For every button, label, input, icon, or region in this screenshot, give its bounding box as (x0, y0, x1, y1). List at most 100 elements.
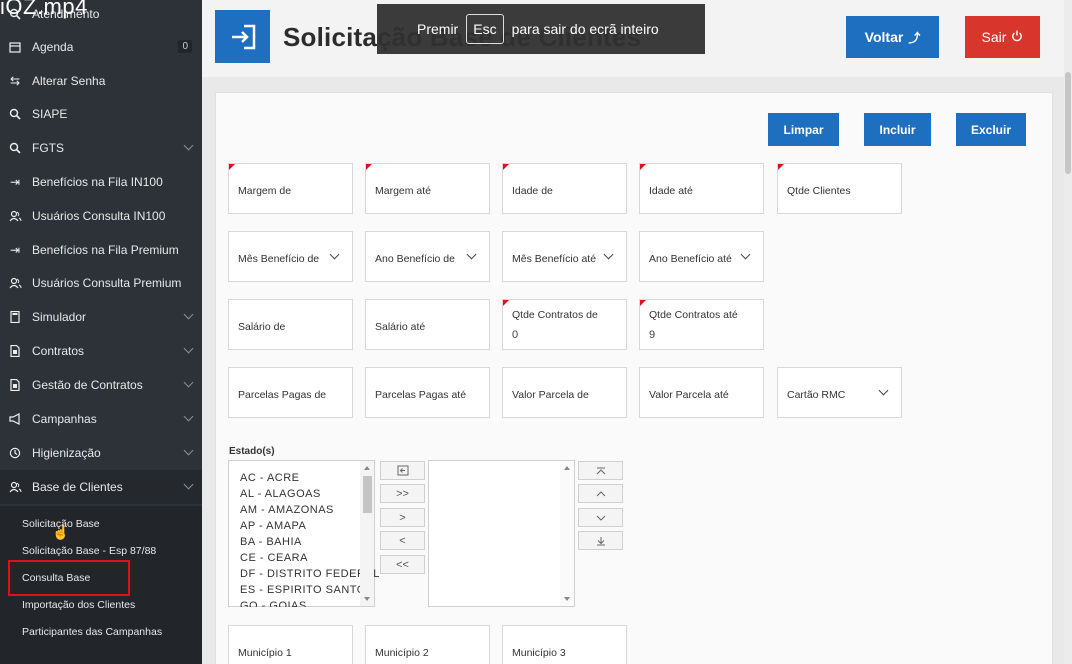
required-marker (503, 300, 509, 306)
submenu-item-solicitacao-base-esp[interactable]: Solicitação Base - Esp 87/88 (22, 541, 156, 561)
toast-suffix: para sair do ecrã inteiro (511, 21, 659, 37)
municipio-1-field[interactable]: Município 1 (228, 625, 353, 664)
sidebar-item-usuarios-consulta-in100[interactable]: Usuários Consulta IN100 (0, 199, 202, 233)
sidebar-item-label: Base de Clientes (32, 480, 123, 494)
move-right-button[interactable]: > (380, 508, 425, 527)
salario-de-field[interactable]: Salário de (228, 299, 353, 350)
list-item[interactable]: BA - BAHIA (240, 536, 302, 548)
list-scrollbar[interactable] (360, 461, 374, 606)
chevron-down-icon (183, 411, 194, 422)
field-label: Ano Benefício até (649, 253, 732, 265)
highlight-annotation-box (8, 560, 130, 596)
list-item[interactable]: AM - AMAZONAS (240, 504, 334, 516)
sidebar-item-beneficios-fila-in100[interactable]: ⇥ Benefícios na Fila IN100 (0, 165, 202, 199)
move-down-button[interactable] (578, 508, 623, 527)
field-value: 9 (649, 329, 656, 341)
required-marker (640, 300, 646, 306)
search-icon (8, 141, 22, 155)
sidebar-item-campanhas[interactable]: Campanhas (0, 402, 202, 436)
submenu-item-participantes-campanhas[interactable]: Participantes das Campanhas (22, 622, 162, 642)
mes-beneficio-ate-select[interactable]: Mês Benefício até (502, 231, 627, 282)
sidebar-item-label: Campanhas (32, 412, 97, 426)
field-label: Qtde Contratos até (649, 309, 738, 321)
list-item[interactable]: AC - ACRE (240, 472, 300, 484)
page-scrollbar[interactable] (1064, 0, 1072, 664)
list-item[interactable]: ES - ESPIRITO SANTO (240, 584, 366, 596)
estados-selected-list[interactable] (428, 460, 575, 607)
users-icon (8, 209, 22, 223)
sidebar-item-base-clientes[interactable]: Base de Clientes (0, 470, 202, 504)
scroll-up-arrow-icon[interactable] (364, 466, 370, 470)
list-item[interactable]: CE - CEARA (240, 552, 308, 564)
qtde-contratos-ate-field[interactable]: Qtde Contratos até 9 (639, 299, 764, 350)
sidebar-item-siape[interactable]: SIAPE (0, 97, 202, 131)
chevron-down-icon (596, 515, 605, 521)
municipio-3-field[interactable]: Município 3 (502, 625, 627, 664)
list-scrollbar[interactable] (560, 461, 574, 606)
chevron-down-icon (183, 445, 194, 456)
salario-ate-field[interactable]: Salário até (365, 299, 490, 350)
field-label: Mês Benefício até (512, 253, 597, 265)
sidebar-item-higienizacao[interactable]: Higienização (0, 436, 202, 470)
sidebar-item-alterar-senha[interactable]: ⇆ Alterar Senha (0, 64, 202, 98)
sair-button[interactable]: Sair (965, 16, 1040, 58)
scroll-down-arrow-icon[interactable] (364, 597, 370, 601)
submenu-item-importacao-clientes[interactable]: Importação dos Clientes (22, 595, 135, 615)
estados-available-list[interactable]: AC - ACRE AL - ALAGOAS AM - AMAZONAS AP … (228, 460, 379, 607)
ano-beneficio-de-select[interactable]: Ano Benefício de (365, 231, 490, 282)
move-top-button[interactable] (578, 461, 623, 480)
search-icon (8, 107, 22, 121)
qtde-clientes-field[interactable]: Qtde Clientes (777, 163, 902, 214)
valor-parcela-de-field[interactable]: Valor Parcela de (502, 367, 627, 418)
reset-icon (397, 465, 408, 476)
scroll-up-arrow-icon[interactable] (564, 466, 570, 470)
move-left-button[interactable]: < (380, 531, 425, 550)
move-bottom-icon (596, 536, 605, 545)
field-label: Qtde Contratos de (512, 309, 598, 321)
sidebar-item-beneficios-fila-premium[interactable]: ⇥ Benefícios na Fila Premium (0, 233, 202, 267)
parcelas-pagas-ate-field[interactable]: Parcelas Pagas até (365, 367, 490, 418)
field-label: Salário de (238, 321, 286, 333)
move-all-left-button[interactable]: << (380, 555, 425, 574)
incluir-button[interactable]: Incluir (864, 113, 931, 146)
qtde-contratos-de-field[interactable]: Qtde Contratos de 0 (502, 299, 627, 350)
idade-ate-field[interactable]: Idade até (639, 163, 764, 214)
idade-de-field[interactable]: Idade de (502, 163, 627, 214)
sidebar-item-usuarios-consulta-premium[interactable]: Usuários Consulta Premium (0, 266, 202, 300)
move-all-right-button[interactable]: >> (380, 484, 425, 503)
excluir-button[interactable]: Excluir (956, 113, 1026, 146)
scrollbar-thumb[interactable] (1065, 72, 1071, 174)
margem-ate-field[interactable]: Margem até (365, 163, 490, 214)
ano-beneficio-ate-select[interactable]: Ano Benefício até (639, 231, 764, 282)
sidebar-item-simulador[interactable]: Simulador (0, 300, 202, 334)
move-up-button[interactable] (578, 484, 623, 503)
valor-parcela-ate-field[interactable]: Valor Parcela até (639, 367, 764, 418)
field-label: Margem de (238, 185, 292, 197)
list-item[interactable]: GO - GOIAS (240, 600, 307, 607)
margem-de-field[interactable]: Margem de (228, 163, 353, 214)
scroll-down-arrow-icon[interactable] (564, 597, 570, 601)
sidebar-item-gestao-contratos[interactable]: Gestão de Contratos (0, 368, 202, 402)
sidebar-item-label: Agenda (32, 40, 74, 54)
voltar-button[interactable]: Voltar ⤴ (846, 16, 939, 58)
agenda-count-badge: 0 (178, 40, 192, 53)
sidebar-item-fgts[interactable]: FGTS (0, 131, 202, 165)
move-bottom-button[interactable] (578, 531, 623, 550)
field-value: 0 (512, 329, 519, 341)
cartao-rmc-select[interactable]: Cartão RMC (777, 367, 902, 418)
parcelas-pagas-de-field[interactable]: Parcelas Pagas de (228, 367, 353, 418)
municipio-2-field[interactable]: Município 2 (365, 625, 490, 664)
field-label: Município 3 (512, 647, 566, 659)
voltar-label: Voltar (864, 29, 904, 45)
limpar-button[interactable]: Limpar (768, 113, 839, 146)
sidebar-item-agenda[interactable]: Agenda 0 (0, 30, 202, 64)
list-item[interactable]: AP - AMAPA (240, 520, 306, 532)
scrollbar-thumb[interactable] (363, 476, 372, 513)
reset-selection-button[interactable] (380, 461, 425, 480)
list-item[interactable]: DF - DISTRITO FEDERAL (240, 568, 380, 580)
sidebar-item-contratos[interactable]: Contratos (0, 334, 202, 368)
video-title-overlay: iOZ.mp4 (0, 0, 88, 19)
fullscreen-toast: Premir Esc para sair do ecrã inteiro (377, 4, 705, 54)
list-item[interactable]: AL - ALAGOAS (240, 488, 321, 500)
mes-beneficio-de-select[interactable]: Mês Benefício de (228, 231, 353, 282)
